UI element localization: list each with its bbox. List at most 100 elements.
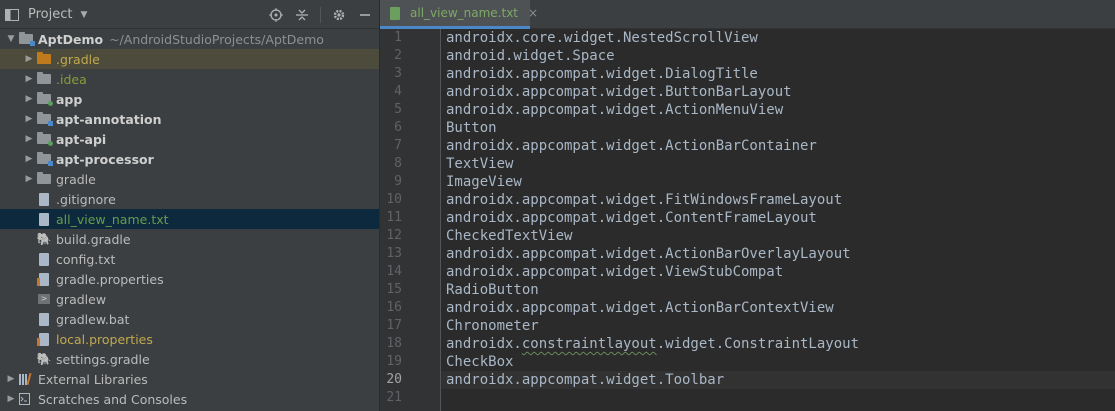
chevron-right-icon[interactable]: ▶ [22, 94, 36, 104]
ide-window: Project ▼ ▼ AptDemo ~/AndroidStudioProje… [0, 0, 1115, 411]
tree-item-label: apt-annotation [56, 111, 162, 127]
code-line[interactable]: androidx.appcompat.widget.FitWindowsFram… [441, 191, 1115, 209]
code-line[interactable]: androidx.appcompat.widget.DialogTitle [441, 65, 1115, 83]
line-number: 10 [386, 192, 402, 207]
line-number: 1 [394, 30, 402, 45]
hide-panel-icon[interactable] [355, 5, 375, 25]
code-editor[interactable]: androidx.core.widget.NestedScrollView and… [441, 29, 1115, 407]
code-line[interactable]: android.widget.Space [441, 47, 1115, 65]
tree-item-apt-annotation[interactable]: ▶ apt-annotation [0, 109, 379, 129]
code-line[interactable] [441, 389, 1115, 407]
tree-item-label: Scratches and Consoles [38, 391, 188, 407]
code-line[interactable]: androidx.core.widget.NestedScrollView [441, 29, 1115, 47]
tree-item-all-view-name[interactable]: all_view_name.txt [0, 209, 379, 229]
tree-item-aptdemo[interactable]: ▼ AptDemo ~/AndroidStudioProjects/AptDem… [0, 29, 379, 49]
tree-item-gitignore[interactable]: .gitignore [0, 189, 379, 209]
tree-item-local-properties[interactable]: local.properties [0, 329, 379, 349]
project-panel-title: Project [28, 7, 73, 22]
tree-item-apt-processor[interactable]: ▶ apt-processor [0, 149, 379, 169]
spelling-warning: constraintlayout [521, 336, 657, 352]
code-line[interactable]: TextView [441, 155, 1115, 173]
code-line[interactable]: CheckedTextView [441, 227, 1115, 245]
tree-item-label: settings.gradle [56, 351, 150, 367]
tree-item-apt-api[interactable]: ▶ apt-api [0, 129, 379, 149]
project-view-selector[interactable]: Project ▼ [4, 0, 87, 29]
chevron-right-icon[interactable]: ▶ [4, 394, 18, 404]
android-module-icon [36, 92, 53, 106]
chevron-right-icon[interactable]: ▶ [22, 74, 36, 84]
code-line[interactable]: Button [441, 119, 1115, 137]
code-line[interactable]: RadioButton [441, 281, 1115, 299]
line-number: 21 [386, 390, 402, 405]
java-module-icon [36, 112, 53, 126]
code-line[interactable]: androidx.appcompat.widget.ActionBarConte… [441, 299, 1115, 317]
line-number: 13 [386, 246, 402, 261]
tree-item-build-gradle[interactable]: 🐘 build.gradle [0, 229, 379, 249]
properties-file-icon [36, 272, 52, 286]
chevron-right-icon[interactable]: ▶ [22, 134, 36, 144]
chevron-right-icon[interactable]: ▶ [22, 174, 36, 184]
tree-item-scratches[interactable]: ▶ Scratches and Consoles [0, 389, 379, 409]
code-line[interactable]: androidx.appcompat.widget.ButtonBarLayou… [441, 83, 1115, 101]
line-number: 7 [394, 138, 402, 153]
target-icon[interactable] [266, 5, 286, 25]
code-line[interactable]: Chronometer [441, 317, 1115, 335]
project-view-icon [4, 8, 20, 22]
tree-item-label: gradlew [56, 291, 107, 307]
folder-icon [36, 72, 52, 86]
libraries-icon [18, 372, 34, 386]
editor-area: all_view_name.txt × 1 2 3 4 5 6 7 8 9 10 11 12 13 14 1… [380, 0, 1115, 411]
project-panel-header: Project ▼ [0, 0, 379, 29]
tree-item-label: AptDemo [38, 31, 104, 47]
chevron-right-icon[interactable]: ▶ [22, 154, 36, 164]
gear-icon[interactable] [329, 5, 349, 25]
chevron-right-icon[interactable]: ▶ [22, 114, 36, 124]
chevron-down-icon[interactable]: ▼ [4, 34, 18, 44]
gradle-elephant-icon: 🐘 [36, 232, 52, 246]
tree-item-config-txt[interactable]: config.txt [0, 249, 379, 269]
library-module-icon [36, 132, 53, 146]
chevron-right-icon[interactable]: ▶ [22, 54, 36, 64]
tab-all-view-name[interactable]: all_view_name.txt × [380, 0, 538, 29]
tree-item-gradle-properties[interactable]: gradle.properties [0, 269, 379, 289]
tree-item-idea[interactable]: ▶ .idea [0, 69, 379, 89]
code-line[interactable]: ImageView [441, 173, 1115, 191]
line-number: 19 [386, 354, 402, 369]
module-folder-icon [18, 32, 35, 46]
line-number: 2 [394, 48, 402, 63]
code-line[interactable]: androidx.constraintlayout.widget.Constra… [441, 335, 1115, 353]
tree-item-gradle-dir[interactable]: ▶ .gradle [0, 49, 379, 69]
line-number: 15 [386, 282, 402, 297]
line-number: 9 [394, 174, 402, 189]
tree-item-gradlew-bat[interactable]: gradlew.bat [0, 309, 379, 329]
code-line[interactable]: androidx.appcompat.widget.ActionBarConta… [441, 137, 1115, 155]
tree-item-label: .gradle [56, 51, 100, 67]
properties-file-icon [36, 332, 52, 346]
line-number: 4 [394, 84, 402, 99]
scratches-icon [18, 392, 34, 406]
tree-item-external-libraries[interactable]: ▶ External Libraries [0, 369, 379, 389]
header-separator [320, 6, 321, 23]
tree-item-app[interactable]: ▶ app [0, 89, 379, 109]
text-file-icon [36, 252, 52, 266]
text-file-icon [36, 212, 52, 226]
code-line[interactable]: androidx.appcompat.widget.ActionBarOverl… [441, 245, 1115, 263]
tree-item-gradlew[interactable]: > gradlew [0, 289, 379, 309]
code-line[interactable]: androidx.appcompat.widget.ActionMenuView [441, 101, 1115, 119]
tree-item-label: app [56, 91, 83, 107]
chevron-right-icon[interactable]: ▶ [4, 374, 18, 384]
line-number-gutter: 1 2 3 4 5 6 7 8 9 10 11 12 13 14 15 16 17 18 19 20 21 [380, 29, 441, 411]
close-icon[interactable]: × [528, 6, 538, 20]
tree-item-label: config.txt [56, 251, 116, 267]
code-line[interactable]: androidx.appcompat.widget.ContentFrameLa… [441, 209, 1115, 227]
java-module-icon [36, 152, 53, 166]
collapse-all-icon[interactable] [292, 5, 312, 25]
code-line[interactable]: androidx.appcompat.widget.Toolbar [441, 371, 1115, 389]
tree-item-gradle[interactable]: ▶ gradle [0, 169, 379, 189]
tree-item-label: apt-api [56, 131, 107, 147]
code-line[interactable]: CheckBox [441, 353, 1115, 371]
tree-item-settings-gradle[interactable]: 🐘 settings.gradle [0, 349, 379, 369]
code-line[interactable]: androidx.appcompat.widget.ViewStubCompat [441, 263, 1115, 281]
chevron-down-icon: ▼ [80, 9, 88, 20]
text-file-icon [36, 312, 52, 326]
